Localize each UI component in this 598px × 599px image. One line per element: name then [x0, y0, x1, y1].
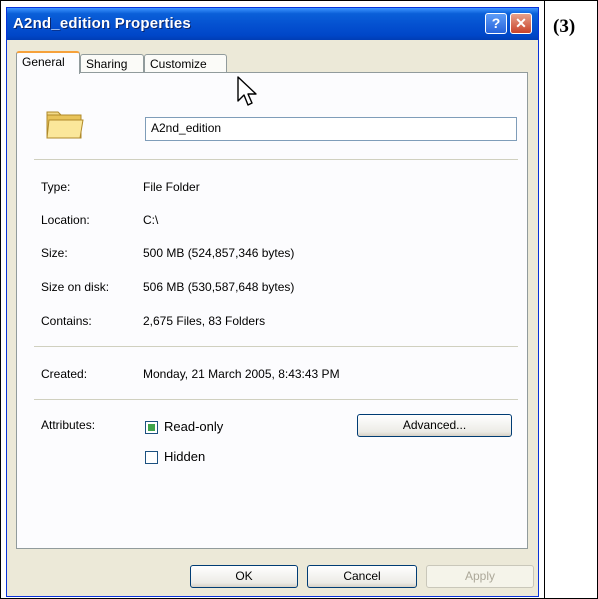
attributes-label: Attributes:	[41, 418, 96, 432]
folder-icon	[46, 111, 84, 139]
location-value: C:\	[143, 213, 159, 227]
window-title: A2nd_edition Properties	[13, 15, 191, 32]
separator	[34, 399, 518, 400]
size-value: 500 MB (524,857,346 bytes)	[143, 246, 295, 260]
separator	[34, 159, 518, 160]
close-button[interactable]: ✕	[510, 13, 532, 34]
location-label: Location:	[41, 213, 90, 227]
figure-divider	[544, 0, 545, 599]
general-panel: A2nd_edition Type: File Folder Location:…	[16, 72, 528, 549]
read-only-checkbox[interactable]	[145, 421, 158, 434]
type-label: Type:	[41, 180, 71, 194]
help-icon: ?	[491, 15, 501, 31]
contains-value: 2,675 Files, 83 Folders	[143, 314, 266, 328]
folder-name-field[interactable]: A2nd_edition	[145, 117, 517, 141]
separator	[34, 346, 518, 347]
mouse-pointer-icon	[237, 76, 257, 106]
hidden-checkbox[interactable]	[145, 451, 158, 464]
figure-label: (3)	[553, 16, 576, 37]
advanced-button[interactable]: Advanced...	[357, 414, 512, 437]
help-button[interactable]: ?	[485, 13, 507, 34]
size-on-disk-value: 506 MB (530,587,648 bytes)	[143, 280, 295, 294]
apply-button[interactable]: Apply	[426, 565, 534, 588]
ok-button[interactable]: OK	[190, 565, 298, 588]
created-value: Monday, 21 March 2005, 8:43:43 PM	[143, 367, 340, 381]
tab-customize[interactable]: Customize	[144, 54, 227, 73]
read-only-label[interactable]: Read-only	[164, 419, 223, 434]
hidden-label[interactable]: Hidden	[164, 449, 205, 464]
type-value: File Folder	[143, 180, 200, 194]
size-on-disk-label: Size on disk:	[41, 280, 110, 294]
tab-sharing[interactable]: Sharing	[80, 54, 144, 73]
contains-label: Contains:	[41, 314, 92, 328]
created-label: Created:	[41, 367, 88, 381]
close-icon: ✕	[515, 15, 527, 31]
size-label: Size:	[41, 246, 68, 260]
properties-dialog: A2nd_edition Properties ? ✕ General Shar…	[6, 7, 539, 597]
tab-general[interactable]: General	[16, 51, 80, 74]
cancel-button[interactable]: Cancel	[307, 565, 417, 588]
title-bar[interactable]: A2nd_edition Properties ? ✕	[7, 8, 538, 40]
